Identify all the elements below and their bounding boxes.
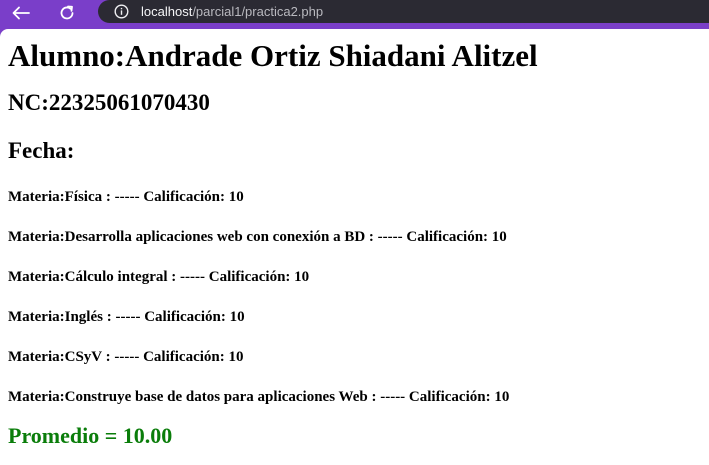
info-icon[interactable] <box>114 4 129 19</box>
browser-toolbar: localhost/parcial1/practica2.php <box>0 0 709 29</box>
subject-row: Materia:Cálculo integral : ----- Calific… <box>8 269 310 285</box>
url-path: /parcial1/practica2.php <box>192 4 324 19</box>
student-name-heading: Alumno:Andrade Ortiz Shiadani Alitzel <box>8 38 538 73</box>
subject-row: Materia:Desarrolla aplicaciones web con … <box>8 229 507 245</box>
url-text: localhost/parcial1/practica2.php <box>141 4 323 19</box>
page-content: Alumno:Andrade Ortiz Shiadani Alitzel NC… <box>0 29 709 465</box>
average-text: Promedio = 10.00 <box>8 423 173 448</box>
subject-row: Materia:CSyV : ----- Calificación: 10 <box>8 349 244 365</box>
subject-list: Materia:Física : ----- Calificación: 10 … <box>8 188 701 406</box>
date-heading: Fecha: <box>8 138 75 163</box>
subject-row: Materia:Inglés : ----- Calificación: 10 <box>8 309 245 325</box>
url-host: localhost <box>141 4 193 19</box>
address-bar[interactable]: localhost/parcial1/practica2.php <box>98 0 709 23</box>
reload-button[interactable] <box>54 2 80 24</box>
reload-icon <box>60 5 74 20</box>
back-button[interactable] <box>8 2 34 24</box>
subject-row: Materia:Construye base de datos para apl… <box>8 389 510 405</box>
subject-row: Materia:Física : ----- Calificación: 10 <box>8 189 244 205</box>
nc-heading: NC:22325061070430 <box>8 90 210 115</box>
arrow-left-icon <box>12 6 30 20</box>
